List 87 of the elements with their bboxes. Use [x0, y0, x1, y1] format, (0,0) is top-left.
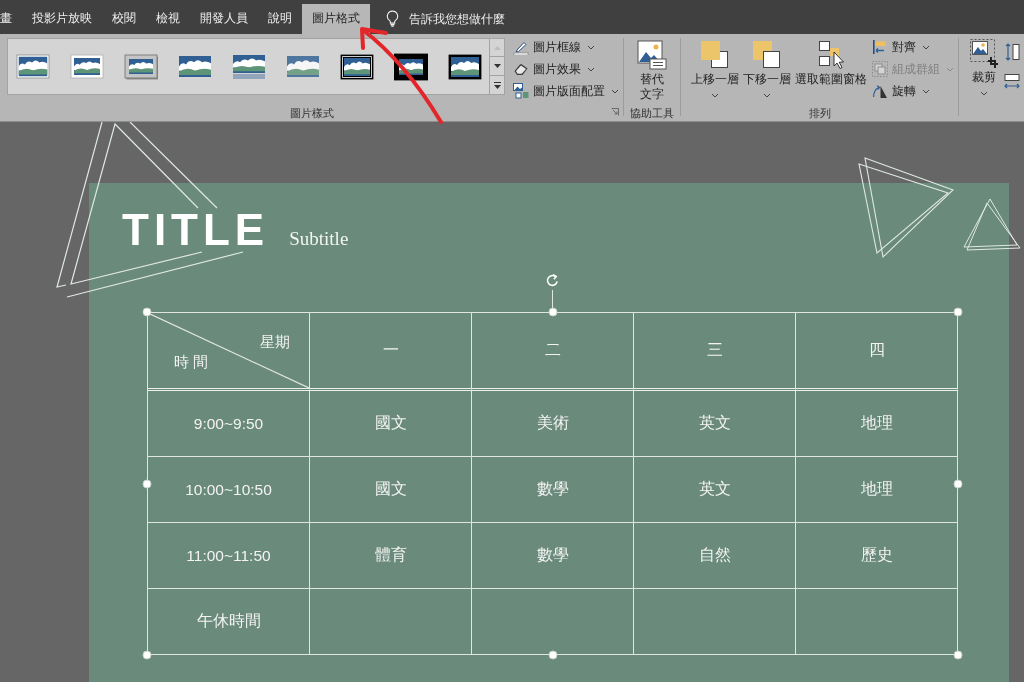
picture-layout-icon: [513, 83, 529, 99]
width-icon[interactable]: [1004, 73, 1020, 91]
caret-down-icon: [493, 64, 501, 68]
resize-handle[interactable]: [142, 479, 152, 488]
ribbon-command[interactable]: 旋轉: [869, 80, 933, 102]
resize-handle[interactable]: [548, 307, 557, 317]
expand-gallery-icon: [493, 81, 501, 89]
time-cell: 11:00~11:50: [148, 523, 310, 589]
slide-title: TITLE: [122, 208, 270, 252]
ribbon-tab[interactable]: 投影片放映: [22, 4, 102, 34]
table-cell: 數學: [472, 523, 634, 589]
column-axis-label: 星期: [260, 334, 290, 350]
group-label: 圖片樣式: [289, 107, 334, 120]
time-cell: 10:00~10:50: [148, 457, 310, 523]
ribbon-command[interactable]: 圖片框線: [510, 36, 598, 58]
layer-backward-icon: [751, 39, 783, 71]
ribbon-tab[interactable]: 圖片格式: [302, 4, 370, 34]
ribbon-tab[interactable]: 校閱: [102, 4, 146, 34]
rotate-handle-icon[interactable]: [545, 273, 560, 288]
gallery-more-button[interactable]: [490, 76, 505, 95]
table-cell: 英文: [634, 457, 796, 523]
table-cell: 歷史: [796, 523, 958, 589]
pen-line-icon: [513, 39, 529, 55]
caret-icon: [611, 88, 619, 94]
table-cell: 美術: [472, 391, 634, 457]
framed-picture-icon[interactable]: [124, 52, 158, 81]
caret-icon: [587, 66, 595, 72]
table-cell: 英文: [634, 391, 796, 457]
ribbon-tab[interactable]: 畫: [0, 4, 22, 34]
caret-icon: [922, 88, 930, 94]
table-cell: 地理: [796, 391, 958, 457]
column-header: 二: [472, 313, 634, 391]
align-icon: [872, 39, 888, 55]
lightbulb-icon[interactable]: [386, 10, 399, 27]
slide-subtitle: Subtitle: [289, 228, 349, 250]
framed-picture-icon[interactable]: [340, 52, 374, 81]
table-cell: 國文: [310, 391, 472, 457]
ribbon-command[interactable]: 圖片版面配置: [510, 80, 622, 102]
eraser-icon: [513, 61, 529, 77]
framed-picture-icon[interactable]: [16, 52, 50, 81]
group-objects-icon: [872, 61, 888, 77]
row-axis-label: 時 間: [174, 354, 209, 370]
caret-icon: [922, 44, 930, 50]
caret-icon: [711, 93, 719, 98]
caret-icon: [980, 91, 988, 96]
group-label: 協助工具: [630, 107, 674, 120]
dialog-launcher-icon[interactable]: [611, 108, 619, 116]
time-cell: 午休時間: [148, 589, 310, 655]
ribbon-large-button[interactable]: 替代文字: [634, 37, 670, 102]
resize-handle[interactable]: [142, 307, 152, 317]
ribbon-command[interactable]: 圖片效果: [510, 58, 598, 80]
table-cell: 自然: [634, 523, 796, 589]
ribbon-command[interactable]: 對齊: [869, 36, 933, 58]
ribbon-tab[interactable]: 開發人員: [190, 4, 258, 34]
table-cell: 數學: [472, 457, 634, 523]
ribbon-large-button[interactable]: 選取範圍窗格: [793, 37, 869, 87]
ribbon-large-button[interactable]: 上移一層: [689, 37, 741, 98]
resize-handle[interactable]: [953, 307, 963, 317]
resize-handle[interactable]: [142, 650, 152, 660]
crop-icon: [968, 37, 1000, 69]
rotate-icon: [872, 83, 888, 99]
ribbon-tab[interactable]: 說明: [258, 4, 302, 34]
caret-icon: [587, 44, 595, 50]
ribbon-large-button[interactable]: 下移一層: [741, 37, 793, 98]
table-cell: 體育: [310, 523, 472, 589]
group-label: 排列: [808, 107, 831, 120]
layer-forward-icon: [699, 39, 731, 71]
gallery-down-button[interactable]: [490, 57, 505, 76]
height-icon[interactable]: [1004, 43, 1020, 61]
caret-icon: [946, 66, 954, 72]
triangle-outline: [963, 198, 1021, 251]
ribbon-large-button[interactable]: 裁剪: [966, 35, 1002, 96]
ribbon-tab[interactable]: 檢視: [146, 4, 190, 34]
column-header: 一: [310, 313, 472, 391]
tell-me-field[interactable]: 告訴我您想做什麼: [409, 12, 521, 26]
framed-picture-icon[interactable]: [70, 52, 104, 81]
resize-handle[interactable]: [548, 650, 557, 660]
table-cell: 國文: [310, 457, 472, 523]
framed-picture-icon[interactable]: [448, 52, 482, 81]
column-header: 三: [634, 313, 796, 391]
resize-handle[interactable]: [953, 650, 963, 660]
resize-handle[interactable]: [953, 479, 963, 488]
column-header: 四: [796, 313, 958, 391]
time-cell: 9:00~9:50: [148, 391, 310, 457]
picture-text-icon: [636, 39, 668, 71]
caret-icon: [763, 93, 771, 98]
framed-picture-icon[interactable]: [232, 52, 266, 81]
